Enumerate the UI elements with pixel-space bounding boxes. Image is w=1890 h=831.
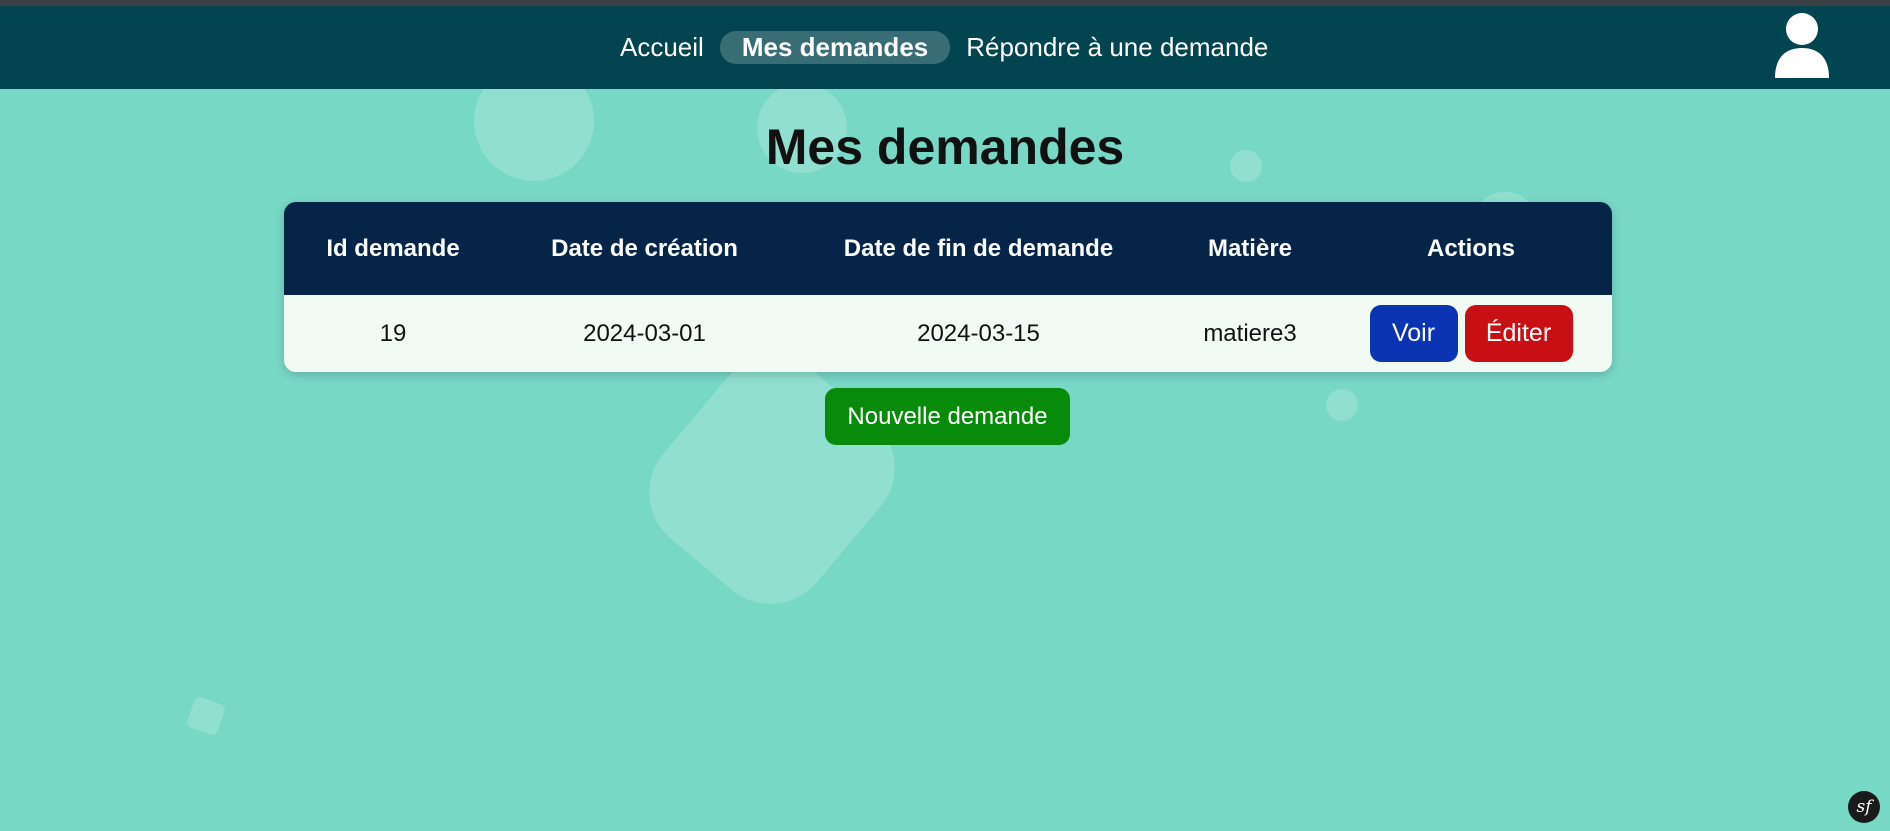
cell-matiere: matiere3 [1203,319,1297,347]
header-date-creation: Date de création [551,234,738,262]
bg-rounded-diamond [624,331,920,629]
nav-item-accueil[interactable]: Accueil [620,30,704,65]
cell-date-creation: 2024-03-01 [583,319,706,347]
nouvelle-demande-button[interactable]: Nouvelle demande [825,388,1070,445]
header-matiere: Matière [1207,234,1293,262]
header-id: Id demande [326,234,460,262]
cell-actions: Voir Éditer [1330,295,1612,372]
nav-item-repondre[interactable]: Répondre à une demande [966,30,1268,65]
voir-button[interactable]: Voir [1369,305,1458,362]
nav-links: Accueil Mes demandes Répondre à une dema… [620,30,1268,64]
cell-id: 19 [379,319,407,347]
user-icon[interactable] [1772,12,1832,78]
navbar: Accueil Mes demandes Répondre à une dema… [0,6,1890,89]
table-header-row: Id demande Date de création Date de fin … [284,202,1612,295]
symfony-logo-icon[interactable]: sf [1848,791,1880,823]
page-title: Mes demandes [765,119,1125,175]
header-actions: Actions [1426,234,1515,262]
nav-item-mes-demandes[interactable]: Mes demandes [719,30,951,64]
table-row: 19 2024-03-01 2024-03-15 matiere3 Voir É… [284,295,1612,372]
bg-small-square [185,695,227,737]
cell-date-fin: 2024-03-15 [917,319,1040,347]
header-date-fin: Date de fin de demande [843,234,1114,262]
requests-table: Id demande Date de création Date de fin … [284,202,1612,372]
bg-circle-tiny [1326,389,1358,421]
editer-button[interactable]: Éditer [1464,305,1573,362]
